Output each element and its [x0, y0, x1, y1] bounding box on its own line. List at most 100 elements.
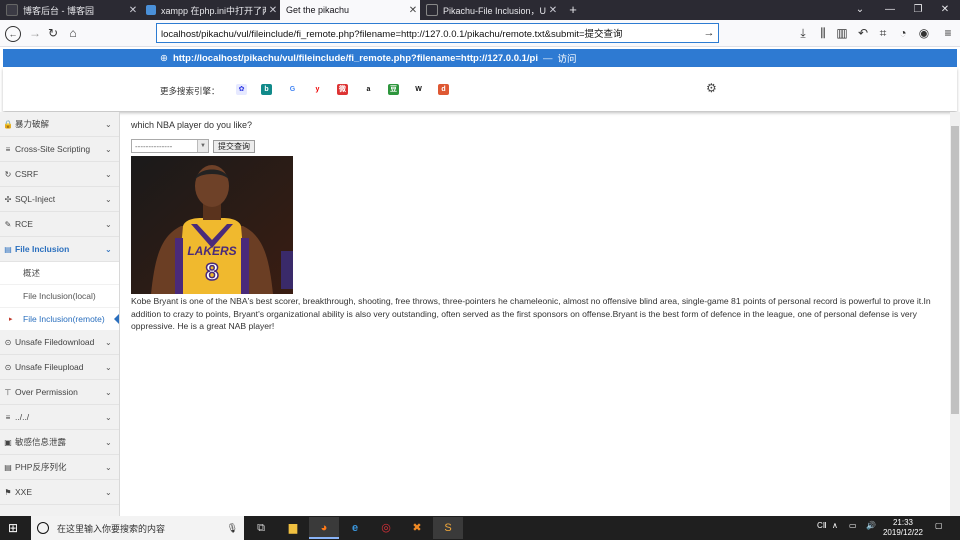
- active-marker-icon: ▸: [9, 316, 13, 323]
- sidebar-item-xxe[interactable]: ⚑ XXE ⌄: [0, 480, 119, 505]
- sidebar-subitem-overview[interactable]: 概述: [0, 262, 119, 284]
- pikachu-favicon-icon: [426, 4, 438, 16]
- display-icon[interactable]: ▭: [849, 521, 857, 530]
- tab-list-chevron-icon[interactable]: ⌄: [845, 0, 875, 20]
- question-label: which NBA player do you like?: [131, 120, 253, 130]
- sidebar-item-sql-inject[interactable]: ✣ SQL-Inject ⌄: [0, 187, 119, 212]
- chevron-down-icon: ⌄: [105, 487, 112, 497]
- chat-icon[interactable]: ◔: [893, 23, 913, 43]
- lock-icon: 🔒: [3, 119, 13, 129]
- task-view-icon[interactable]: ⧉: [246, 517, 276, 539]
- tab-xampp[interactable]: xampp 在php.ini中打开了两项 ✕: [140, 0, 280, 20]
- forward-arrow-icon[interactable]: →: [25, 23, 45, 43]
- notification-icon[interactable]: ▢: [935, 521, 943, 530]
- sidebar-item-label: 暴力破解: [15, 119, 50, 129]
- chevron-down-icon: ⌄: [105, 219, 112, 229]
- select-value: --------------: [135, 141, 173, 151]
- tab-get-pikachu[interactable]: Get the pikachu ✕: [280, 0, 420, 20]
- close-icon[interactable]: ✕: [546, 5, 560, 16]
- firefox-icon[interactable]: ◕: [309, 517, 339, 539]
- close-icon[interactable]: ✕: [266, 5, 280, 16]
- volume-icon[interactable]: 🔊: [866, 521, 876, 530]
- minimize-button[interactable]: —: [875, 0, 905, 20]
- sidebar-subitem-local[interactable]: File Inclusion(local): [0, 285, 119, 307]
- close-window-button[interactable]: ✕: [930, 0, 960, 20]
- netease-music-icon[interactable]: ◎: [371, 517, 401, 539]
- address-bar[interactable]: localhost/pikachu/vul/fileinclude/fi_rem…: [156, 23, 719, 43]
- download-icon[interactable]: ⤓: [793, 23, 813, 43]
- clock-time: 21:33: [892, 518, 914, 527]
- account-icon[interactable]: ◉: [914, 23, 934, 43]
- edge-icon[interactable]: e: [340, 517, 370, 539]
- youdao-icon[interactable]: y: [312, 84, 323, 95]
- sidebar-item-label: ../../: [15, 412, 30, 422]
- google-icon[interactable]: G: [287, 84, 298, 95]
- menu-icon[interactable]: ≡: [938, 23, 958, 43]
- tab-title: xampp 在php.ini中打开了两项: [161, 5, 266, 16]
- player-select[interactable]: -------------- ▼: [131, 139, 209, 153]
- sidebar-item-csrf[interactable]: ↻ CSRF ⌄: [0, 162, 119, 187]
- home-icon[interactable]: ⌂: [63, 23, 83, 43]
- restore-button[interactable]: ❐: [903, 0, 933, 20]
- sidebar-toggle-icon[interactable]: ▥: [832, 23, 852, 43]
- clock-date: 2019/12/22: [882, 528, 924, 537]
- new-tab-button[interactable]: +: [565, 0, 581, 20]
- chevron-up-icon[interactable]: ∧: [832, 521, 838, 530]
- crop-icon[interactable]: ⌗: [873, 23, 893, 43]
- sidebar-item-label: SQL-Inject: [15, 194, 56, 204]
- url-suggestion[interactable]: ⊕ http://localhost/pikachu/vul/fileinclu…: [3, 49, 957, 67]
- chevron-down-icon: ⌄: [105, 244, 112, 254]
- page-scrollbar[interactable]: [950, 112, 960, 516]
- jersey-text: LAKERS: [187, 244, 236, 258]
- weibo-icon[interactable]: 微: [337, 84, 348, 95]
- chevron-down-icon: ⌄: [105, 362, 112, 372]
- xampp-icon[interactable]: ✖: [402, 517, 432, 539]
- file-explorer-icon[interactable]: ▆: [278, 517, 308, 539]
- douban-icon[interactable]: 豆: [388, 84, 399, 95]
- tab-blog-admin[interactable]: 博客后台 - 博客园 ✕: [0, 0, 140, 20]
- sublime-text-icon[interactable]: S: [433, 517, 463, 539]
- sidebar-item-over-permission[interactable]: ⊤ Over Permission ⌄: [0, 380, 119, 405]
- sidebar-subitem-remote[interactable]: ▸ File Inclusion(remote): [0, 308, 119, 330]
- taskbar-search-placeholder: 在这里输入你要搜索的内容: [57, 523, 166, 534]
- sidebar-item-unsafe-fileupload[interactable]: ⊙ Unsafe Fileupload ⌄: [0, 355, 119, 380]
- reload-icon[interactable]: ↻: [43, 23, 63, 43]
- sidebar-item-unsafe-filedownload[interactable]: ⊙ Unsafe Filedownload ⌄: [0, 330, 119, 355]
- chevron-down-icon: ▼: [197, 140, 208, 152]
- bing-icon[interactable]: b: [261, 84, 272, 95]
- scrollbar-thumb[interactable]: [951, 126, 959, 414]
- sidebar-item-label: CSRF: [15, 169, 39, 179]
- system-clock[interactable]: 21:33 2019/12/22: [881, 518, 925, 538]
- close-icon[interactable]: ✕: [406, 5, 420, 16]
- library-icon[interactable]: ⫼: [813, 23, 833, 43]
- search-engine-bar: 更多搜索引擎： ✿ b G y 微 a 豆 W d ⚙: [3, 67, 957, 111]
- sidebar-item-brute-force[interactable]: 🔒 暴力破解 ⌄: [0, 112, 119, 137]
- microphone-icon[interactable]: 🎙: [227, 523, 238, 534]
- sidebar-item-file-inclusion[interactable]: ▤ File Inclusion ⌄: [0, 237, 119, 262]
- back-arrow-icon: ←: [5, 26, 21, 42]
- sidebar-item-directory-traversal[interactable]: ≡ ../../ ⌄: [0, 405, 119, 430]
- sidebar-item-info-leak[interactable]: ▣ 敏感信息泄露 ⌄: [0, 430, 119, 455]
- url-text[interactable]: localhost/pikachu/vul/fileinclude/fi_rem…: [161, 26, 700, 40]
- wikipedia-icon[interactable]: W: [413, 84, 424, 95]
- submit-button[interactable]: 提交查询: [213, 140, 255, 153]
- sidebar-item-xss[interactable]: ≡ Cross-Site Scripting ⌄: [0, 137, 119, 162]
- chevron-down-icon: ⌄: [105, 437, 112, 447]
- sidebar-item-rce[interactable]: ✎ RCE ⌄: [0, 212, 119, 237]
- duckduckgo-icon[interactable]: d: [438, 84, 449, 95]
- taskbar-search[interactable]: 在这里输入你要搜索的内容 🎙: [31, 516, 244, 540]
- ime-indicator[interactable]: CⅡ: [817, 521, 827, 530]
- back-button[interactable]: ←: [3, 23, 23, 43]
- blog-favicon-icon: [6, 4, 18, 16]
- windows-start-icon[interactable]: ⊞: [8, 521, 18, 535]
- sidebar-item-label: XXE: [15, 487, 33, 497]
- baidu-icon[interactable]: ✿: [236, 84, 247, 95]
- player-photo: LAKERS 8: [131, 156, 293, 294]
- tab-pikachu-file-inclusion[interactable]: Pikachu-File Inclusion，Unsafe ✕: [420, 0, 560, 20]
- sidebar-item-php-unserialize[interactable]: ▤ PHP反序列化 ⌄: [0, 455, 119, 480]
- gear-icon[interactable]: ⚙: [706, 81, 717, 95]
- amazon-icon[interactable]: a: [363, 84, 374, 95]
- close-icon[interactable]: ✕: [126, 5, 140, 16]
- undo-icon[interactable]: ↶: [853, 23, 873, 43]
- go-arrow-icon[interactable]: →: [700, 27, 718, 39]
